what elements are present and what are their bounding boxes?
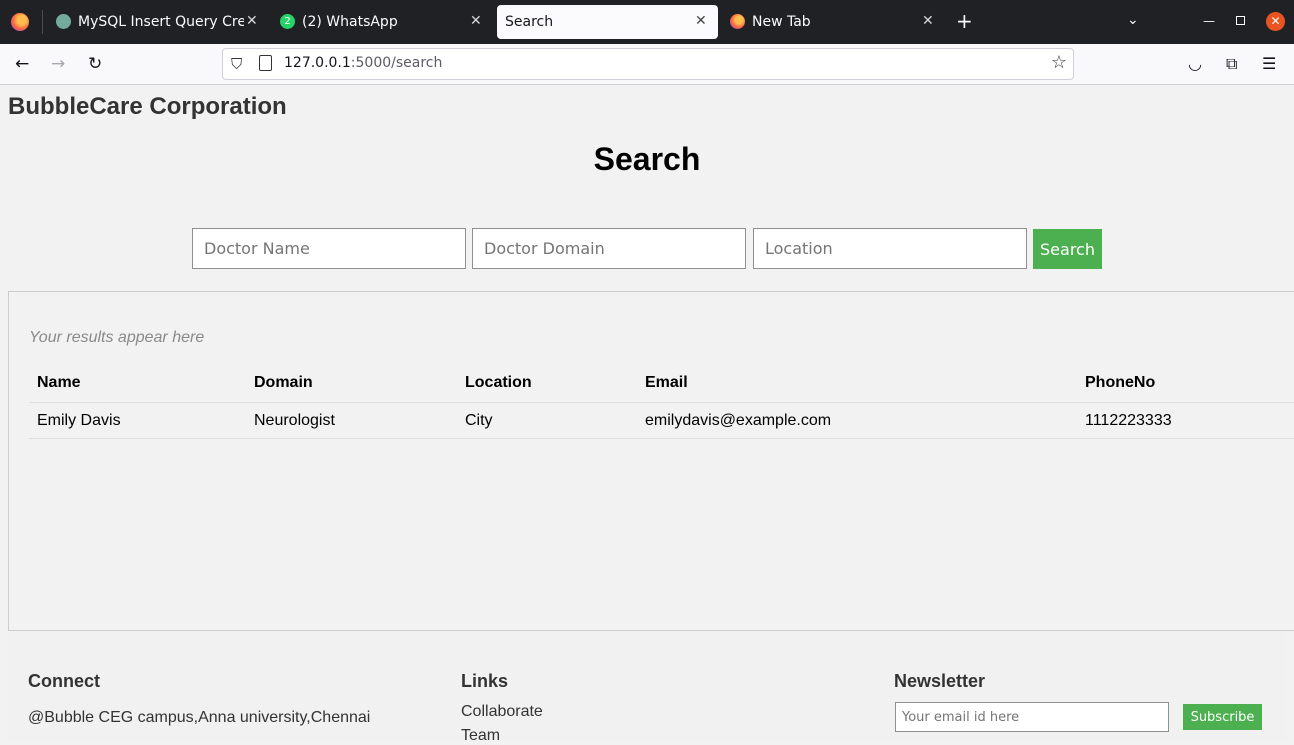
new-tab-plus-icon[interactable]: + [956, 11, 973, 31]
subscribe-button[interactable]: Subscribe [1183, 704, 1262, 730]
cell-email: emilydavis@example.com [637, 402, 1077, 439]
results-panel: Your results appear here Name Domain Loc… [8, 291, 1294, 631]
footer-connect-title: Connect [28, 671, 100, 691]
shield-icon[interactable]: ⛉ [231, 55, 242, 73]
doctor-name-input[interactable] [192, 228, 466, 269]
pocket-icon[interactable]: ◡ [1188, 54, 1202, 73]
footer-address: @Bubble CEG campus,Anna university,Chenn… [28, 709, 371, 726]
tab-title: (2) WhatsApp [302, 14, 398, 30]
firefox-menu-icon[interactable] [11, 13, 29, 31]
tab-new-tab[interactable]: New Tab ✕ [730, 5, 940, 39]
page-info-icon[interactable] [259, 55, 272, 71]
tab-whatsapp[interactable]: 2 (2) WhatsApp ✕ [280, 5, 490, 39]
url-host: 127.0.0.1 [284, 55, 351, 71]
hamburger-menu-icon[interactable]: ☰ [1262, 54, 1276, 73]
footer: Connect @Bubble CEG campus,Anna universi… [8, 633, 1286, 744]
bookmark-star-icon[interactable]: ☆ [1051, 52, 1067, 73]
url-text[interactable]: 127.0.0.1:5000/search [284, 55, 442, 71]
address-bar[interactable]: ⛉ 127.0.0.1:5000/search ☆ [222, 48, 1074, 80]
results-hint: Your results appear here [29, 329, 205, 346]
footer-link-collaborate[interactable]: Collaborate [461, 703, 543, 721]
cell-name: Emily Davis [29, 402, 246, 439]
tab-strip: MySQL Insert Query Crea ✕ 2 (2) WhatsApp… [0, 0, 1294, 44]
column-header-domain: Domain [246, 364, 457, 403]
reload-icon[interactable]: ↻ [88, 54, 102, 74]
forward-arrow-icon[interactable]: → [51, 54, 65, 74]
whatsapp-icon: 2 [280, 14, 295, 29]
footer-newsletter-title: Newsletter [894, 671, 986, 691]
doctor-domain-input[interactable] [472, 228, 746, 269]
extensions-icon[interactable]: ⧉ [1226, 54, 1237, 74]
tab-separator [42, 10, 43, 34]
brand-title: BubbleCare Corporation [8, 93, 287, 120]
location-input[interactable] [753, 228, 1027, 269]
column-header-email: Email [637, 364, 1077, 403]
url-path: :5000/search [350, 55, 443, 71]
results-table: Name Domain Location Email PhoneNo Emily… [29, 364, 1294, 439]
maximize-icon[interactable] [1236, 16, 1245, 25]
firefox-icon [730, 14, 745, 29]
close-icon[interactable]: ✕ [922, 13, 934, 29]
close-icon[interactable]: ✕ [246, 13, 258, 29]
cell-phone: 1112223333 [1077, 402, 1294, 439]
cell-location: City [457, 402, 637, 439]
cell-domain: Neurologist [246, 402, 457, 439]
column-header-phone: PhoneNo [1077, 364, 1294, 403]
page-title: Search [593, 141, 701, 177]
tab-title: Search [505, 14, 554, 30]
close-icon[interactable]: ✕ [695, 13, 707, 29]
table-header-row: Name Domain Location Email PhoneNo [29, 364, 1294, 403]
tab-search[interactable]: Search ✕ [497, 5, 718, 39]
column-header-name: Name [29, 364, 246, 403]
tab-mysql[interactable]: MySQL Insert Query Crea ✕ [56, 5, 266, 39]
nav-bar: ← → ↻ ⛉ 127.0.0.1:5000/search ☆ ◡ ⧉ ☰ [0, 44, 1294, 85]
table-row: Emily Davis Neurologist City emilydavis@… [29, 402, 1294, 439]
column-header-location: Location [457, 364, 637, 403]
newsletter-email-input[interactable] [895, 702, 1169, 732]
search-button[interactable]: Search [1033, 229, 1102, 269]
chevron-down-icon[interactable]: ⌄ [1127, 12, 1139, 28]
footer-link-team[interactable]: Team [461, 727, 500, 745]
chatgpt-icon [56, 14, 71, 29]
back-arrow-icon[interactable]: ← [15, 54, 29, 74]
tab-title: New Tab [752, 14, 811, 30]
footer-links-title: Links [461, 671, 509, 691]
close-icon[interactable]: ✕ [470, 13, 482, 29]
minimize-icon[interactable]: — [1203, 14, 1215, 28]
tab-title: MySQL Insert Query Crea [78, 14, 244, 30]
window-close-icon[interactable]: ✕ [1266, 12, 1285, 31]
